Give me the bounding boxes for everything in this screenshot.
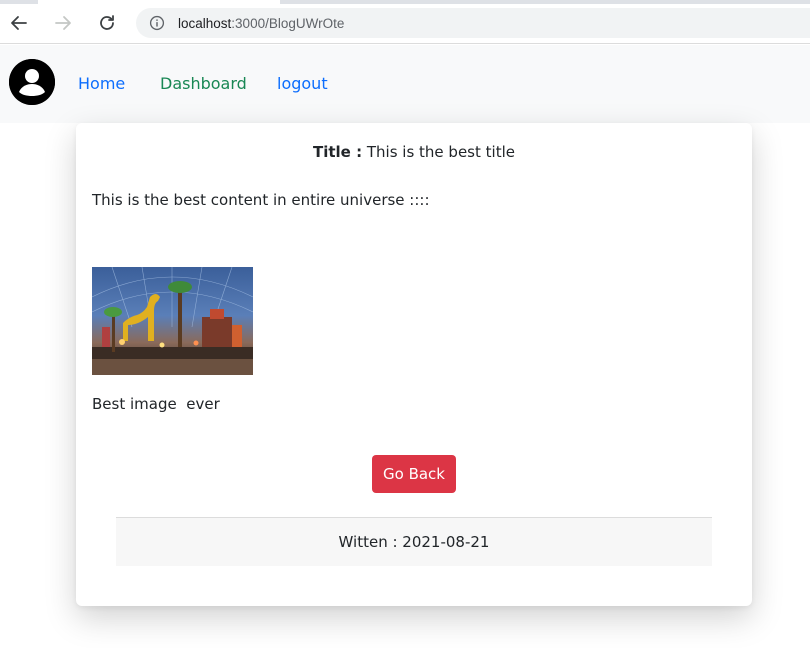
arrow-left-icon [11, 16, 27, 30]
arrow-right-icon [55, 16, 71, 30]
back-button[interactable] [6, 10, 32, 36]
post-title: Title : This is the best title [76, 143, 752, 161]
post-card: Title : This is the best title This is t… [76, 123, 752, 606]
card-footer: Witten : 2021-08-21 [116, 517, 712, 566]
tab-strip [0, 0, 810, 4]
url-path: :3000/BlogUWrOte [231, 15, 345, 31]
user-icon [9, 59, 55, 105]
post-image [92, 267, 253, 375]
nav-dashboard-link[interactable]: Dashboard [160, 74, 247, 93]
go-back-button[interactable]: Go Back [372, 455, 456, 493]
nav-logout-link[interactable]: logout [277, 74, 328, 93]
post-title-label: Title : [313, 143, 363, 161]
nav-home-link[interactable]: Home [78, 74, 125, 93]
post-content: This is the best content in entire unive… [92, 191, 430, 209]
active-tab[interactable] [38, 0, 280, 4]
address-bar[interactable]: localhost:3000/BlogUWrOte [136, 8, 810, 38]
reload-icon [100, 15, 114, 30]
app-navbar: Home Dashboard logout [0, 45, 810, 123]
reload-button[interactable] [94, 10, 120, 36]
avatar[interactable] [9, 59, 55, 105]
post-title-value: This is the best title [366, 143, 515, 161]
url-host: localhost [178, 15, 232, 31]
info-icon[interactable] [148, 14, 166, 32]
url-text[interactable]: localhost:3000/BlogUWrOte [178, 16, 344, 31]
forward-button[interactable] [50, 10, 76, 36]
written-date: Witten : 2021-08-21 [338, 533, 490, 551]
browser-toolbar: localhost:3000/BlogUWrOte [0, 0, 810, 44]
post-image-caption: Best image ever [92, 395, 220, 413]
